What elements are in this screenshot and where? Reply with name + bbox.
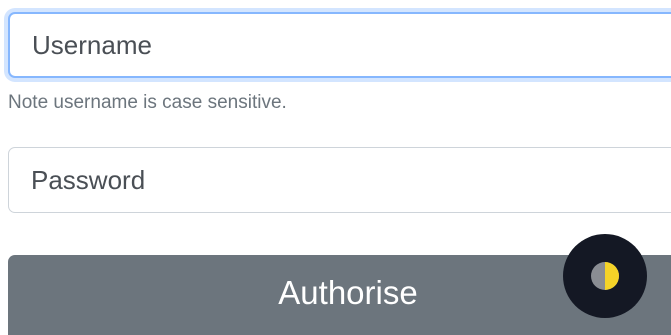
username-hint: Note username is case sensitive.	[8, 92, 287, 113]
password-input[interactable]	[8, 147, 671, 213]
username-input[interactable]	[8, 12, 671, 78]
login-page: Note username is case sensitive. Authori…	[0, 0, 671, 335]
half-moon-contrast-icon	[591, 262, 619, 290]
theme-toggle-button[interactable]	[563, 234, 647, 318]
